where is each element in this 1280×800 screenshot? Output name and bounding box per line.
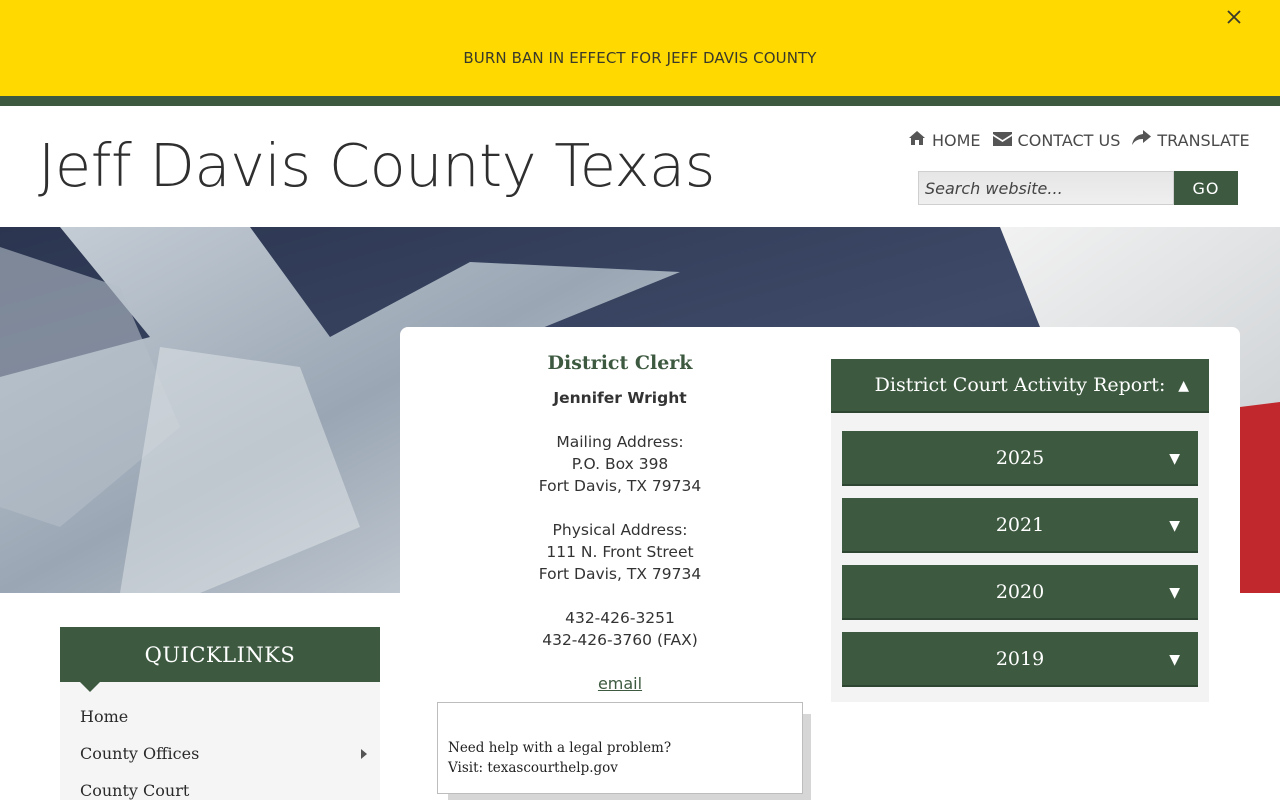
quicklinks-notch: [79, 681, 101, 692]
court-activity-accordion-header[interactable]: District Court Activity Report: ▲: [831, 359, 1209, 413]
year-label: 2025: [995, 446, 1045, 469]
chevron-down-icon: ▼: [1169, 518, 1180, 534]
mailing-label: Mailing Address:: [556, 433, 684, 451]
nav-translate[interactable]: TRANSLATE: [1132, 130, 1250, 150]
physical-label: Physical Address:: [552, 521, 688, 539]
physical-address: Physical Address: 111 N. Front Street Fo…: [420, 519, 820, 585]
search-go-button[interactable]: GO: [1174, 171, 1238, 205]
chevron-up-icon: ▲: [1178, 378, 1189, 394]
legal-help-popup[interactable]: Need help with a legal problem? Visit: t…: [437, 702, 803, 794]
phone-numbers: 432-426-3251 432-426-3760 (FAX): [420, 607, 820, 651]
nav-contact-us[interactable]: CONTACT US: [992, 130, 1121, 150]
mailing-city: Fort Davis, TX 79734: [538, 477, 702, 495]
accordion-title: District Court Activity Report:: [874, 374, 1166, 396]
help-line: Need help with a legal problem?: [448, 740, 672, 756]
year-label: 2019: [995, 647, 1045, 670]
phone: 432-426-3251: [565, 609, 675, 627]
mailing-line: P.O. Box 398: [571, 455, 669, 473]
year-label: 2021: [995, 513, 1045, 536]
district-clerk-info: District Clerk Jennifer Wright Mailing A…: [420, 352, 820, 695]
site-title[interactable]: Jeff Davis County Texas: [38, 131, 715, 200]
caret-right-icon[interactable]: [361, 749, 367, 759]
chevron-down-icon: ▼: [1169, 585, 1180, 601]
year-2019-button[interactable]: 2019 ▼: [842, 632, 1198, 687]
section-title: District Clerk: [547, 352, 693, 374]
fax: 432-426-3760 (FAX): [542, 631, 698, 649]
chevron-down-icon: ▼: [1169, 451, 1180, 467]
search-input[interactable]: [918, 171, 1174, 205]
year-2021-button[interactable]: 2021 ▼: [842, 498, 1198, 553]
nav-contact-label: CONTACT US: [1017, 130, 1121, 150]
physical-line: 111 N. Front Street: [546, 543, 694, 561]
year-label: 2020: [995, 580, 1045, 603]
quicklink-county-court[interactable]: County Court: [80, 781, 189, 800]
share-arrow-icon: [1132, 130, 1152, 150]
nav-home[interactable]: HOME: [908, 130, 981, 150]
top-nav: HOME CONTACT US TRANSLATE: [908, 130, 1262, 150]
year-2020-button[interactable]: 2020 ▼: [842, 565, 1198, 620]
chevron-down-icon: ▼: [1169, 652, 1180, 668]
alert-banner: BURN BAN IN EFFECT FOR JEFF DAVIS COUNTY: [0, 0, 1280, 96]
quicklink-home[interactable]: Home: [80, 707, 128, 726]
header-divider: [0, 96, 1280, 106]
close-icon[interactable]: [1222, 6, 1246, 30]
help-link-line[interactable]: Visit: texascourthelp.gov: [448, 758, 792, 778]
home-icon: [908, 130, 926, 150]
physical-city: Fort Davis, TX 79734: [538, 565, 702, 583]
search-form: GO: [918, 171, 1238, 205]
quicklinks-header: QUICKLINKS: [60, 627, 380, 682]
clerk-name: Jennifer Wright: [553, 389, 687, 407]
year-2025-button[interactable]: 2025 ▼: [842, 431, 1198, 486]
email-link[interactable]: email: [598, 673, 642, 695]
mailing-address: Mailing Address: P.O. Box 398 Fort Davis…: [420, 431, 820, 497]
alert-text: BURN BAN IN EFFECT FOR JEFF DAVIS COUNTY: [463, 49, 817, 67]
nav-translate-label: TRANSLATE: [1157, 130, 1250, 150]
envelope-icon: [992, 131, 1012, 150]
quicklink-county-offices[interactable]: County Offices: [80, 744, 199, 763]
nav-home-label: HOME: [932, 130, 981, 150]
